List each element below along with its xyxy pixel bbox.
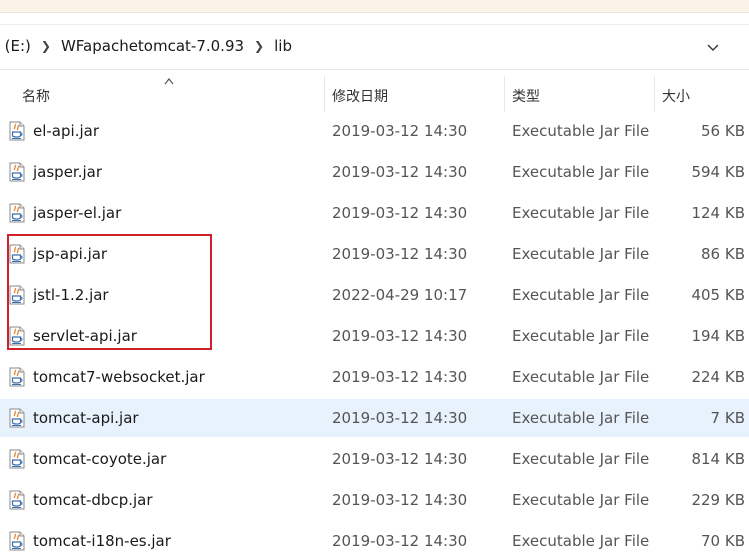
file-row[interactable]: tomcat-api.jar 2019-03-12 14:30 Executable… — [0, 399, 749, 437]
file-name: jasper-el.jar — [33, 204, 122, 222]
file-modified-date: 2019-03-12 14:30 — [332, 245, 468, 263]
file-name: tomcat-dbcp.jar — [33, 491, 153, 509]
file-type: Executable Jar File — [512, 245, 650, 263]
file-type: Executable Jar File — [512, 286, 650, 304]
file-size: 229 KB — [691, 491, 745, 509]
chevron-right-icon[interactable]: ❯ — [41, 39, 51, 53]
file-row[interactable]: tomcat7-websocket.jar 2019-03-12 14:30 Exe… — [0, 358, 749, 396]
file-row[interactable]: tomcat-dbcp.jar 2019-03-12 14:30 Executabl… — [0, 481, 749, 519]
file-type: Executable Jar File — [512, 163, 650, 181]
java-jar-icon — [8, 490, 26, 510]
file-name: tomcat-coyote.jar — [33, 450, 167, 468]
file-name: jstl-1.2.jar — [33, 286, 109, 304]
column-header-size[interactable]: 大小 — [662, 86, 690, 106]
file-row[interactable]: el-api.jar 2019-03-12 14:30 Executable Jar… — [0, 112, 749, 150]
java-jar-icon — [8, 408, 26, 428]
file-modified-date: 2022-04-29 10:17 — [332, 286, 468, 304]
java-jar-icon — [8, 531, 26, 551]
breadcrumb: t (E:) ❯ WFapachetomcat-7.0.93 ❯ lib — [0, 37, 292, 55]
file-name: tomcat-i18n-es.jar — [33, 532, 171, 550]
file-modified-date: 2019-03-12 14:30 — [332, 409, 468, 427]
file-modified-date: 2019-03-12 14:30 — [332, 163, 468, 181]
column-resize-handle[interactable] — [654, 76, 655, 112]
file-size: 194 KB — [691, 327, 745, 345]
file-row[interactable]: jsp-api.jar 2019-03-12 14:30 Executable Ja… — [0, 235, 749, 273]
file-row[interactable]: jasper.jar 2019-03-12 14:30 Executable Jar… — [0, 153, 749, 191]
java-jar-icon — [8, 285, 26, 305]
file-row[interactable]: jasper-el.jar 2019-03-12 14:30 Executable … — [0, 194, 749, 232]
column-header-date[interactable]: 修改日期 — [332, 86, 388, 106]
column-resize-handle[interactable] — [504, 76, 505, 112]
title-bar-strip — [0, 0, 749, 13]
file-type: Executable Jar File — [512, 327, 650, 345]
file-name: tomcat7-websocket.jar — [33, 368, 205, 386]
file-size: 224 KB — [691, 368, 745, 386]
file-size: 405 KB — [691, 286, 745, 304]
file-size: 814 KB — [691, 450, 745, 468]
file-type: Executable Jar File — [512, 204, 650, 222]
column-header-type[interactable]: 类型 — [512, 86, 540, 106]
file-modified-date: 2019-03-12 14:30 — [332, 491, 468, 509]
java-jar-icon — [8, 326, 26, 346]
file-row[interactable]: tomcat-coyote.jar 2019-03-12 14:30 Executa… — [0, 440, 749, 478]
breadcrumb-drive[interactable]: t (E:) — [0, 37, 31, 55]
file-size: 594 KB — [691, 163, 745, 181]
sort-ascending-icon[interactable] — [164, 77, 174, 85]
column-resize-handle[interactable] — [324, 76, 325, 112]
chevron-down-icon[interactable] — [707, 41, 719, 53]
file-modified-date: 2019-03-12 14:30 — [332, 204, 468, 222]
file-size: 86 KB — [701, 245, 745, 263]
file-name: el-api.jar — [33, 122, 99, 140]
file-row[interactable]: tomcat-i18n-es.jar 2019-03-12 14:30 Execut… — [0, 522, 749, 560]
file-type: Executable Jar File — [512, 409, 650, 427]
file-modified-date: 2019-03-12 14:30 — [332, 368, 468, 386]
java-jar-icon — [8, 121, 26, 141]
file-size: 7 KB — [710, 409, 745, 427]
java-jar-icon — [8, 203, 26, 223]
chevron-right-icon[interactable]: ❯ — [254, 39, 264, 53]
breadcrumb-folder[interactable]: WFapachetomcat-7.0.93 — [61, 37, 244, 55]
file-row[interactable]: jstl-1.2.jar 2022-04-29 10:17 Executable J… — [0, 276, 749, 314]
file-modified-date: 2019-03-12 14:30 — [332, 122, 468, 140]
file-type: Executable Jar File — [512, 491, 650, 509]
java-jar-icon — [8, 449, 26, 469]
file-name: tomcat-api.jar — [33, 409, 139, 427]
file-size: 70 KB — [701, 532, 745, 550]
file-modified-date: 2019-03-12 14:30 — [332, 327, 468, 345]
file-type: Executable Jar File — [512, 368, 650, 386]
java-jar-icon — [8, 244, 26, 264]
java-jar-icon — [8, 367, 26, 387]
file-row[interactable]: servlet-api.jar 2019-03-12 14:30 Executabl… — [0, 317, 749, 355]
file-modified-date: 2019-03-12 14:30 — [332, 450, 468, 468]
file-type: Executable Jar File — [512, 450, 650, 468]
file-name: servlet-api.jar — [33, 327, 137, 345]
file-type: Executable Jar File — [512, 532, 650, 550]
file-size: 124 KB — [691, 204, 745, 222]
file-type: Executable Jar File — [512, 122, 650, 140]
breadcrumb-subfolder[interactable]: lib — [274, 37, 292, 55]
file-size: 56 KB — [701, 122, 745, 140]
address-bar[interactable]: t (E:) ❯ WFapachetomcat-7.0.93 ❯ lib — [0, 24, 749, 70]
file-modified-date: 2019-03-12 14:30 — [332, 532, 468, 550]
file-name: jasper.jar — [33, 163, 103, 181]
file-name: jsp-api.jar — [33, 245, 108, 263]
column-header-name[interactable]: 名称 — [22, 86, 50, 106]
java-jar-icon — [8, 162, 26, 182]
